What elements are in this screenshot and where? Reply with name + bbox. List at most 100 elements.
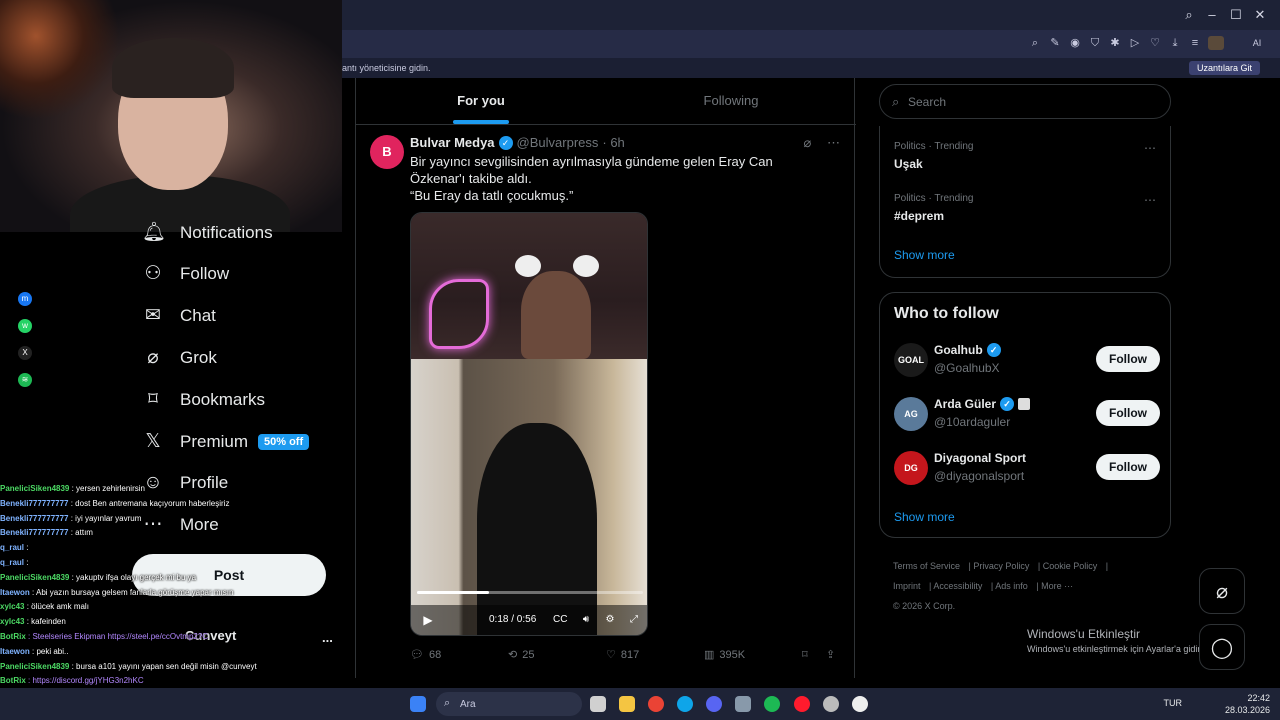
camera-icon[interactable]: ◉	[1068, 36, 1082, 50]
reply-button[interactable]: 💬︎ 68	[410, 648, 441, 662]
system-clock[interactable]: 22:42 28.03.2026	[1225, 692, 1270, 716]
avatar[interactable]: AG	[894, 397, 928, 431]
edge-icon[interactable]	[677, 696, 693, 712]
chat-username[interactable]: PaneliciSiken4839	[0, 573, 69, 582]
video-progress-bar[interactable]	[417, 591, 643, 594]
minimize-icon[interactable]: –	[1204, 7, 1220, 23]
play-icon[interactable]: ▷	[1128, 36, 1142, 50]
tweet-time[interactable]: · 6h	[602, 135, 624, 150]
account-name[interactable]: Arda Güler	[934, 397, 996, 411]
network-app-icon[interactable]	[735, 696, 751, 712]
file-explorer-icon[interactable]	[619, 696, 635, 712]
nav-bookmarks[interactable]: ⌑ Bookmarks	[142, 385, 265, 415]
opera-icon[interactable]	[794, 696, 810, 712]
search-icon[interactable]: ⌕	[1181, 7, 1197, 23]
tweet-avatar[interactable]: B	[370, 135, 404, 169]
fullscreen-icon[interactable]: ⤢	[627, 613, 641, 627]
taskbar-search[interactable]: ⌕ Ara	[436, 692, 582, 716]
repost-button[interactable]: ⟲ 25	[508, 648, 534, 662]
bookmark-button[interactable]: ⌑	[802, 648, 808, 661]
chat-username[interactable]: PaneliciSiken4839	[0, 662, 69, 671]
chat-username[interactable]: BotRix	[0, 676, 26, 685]
chat-username[interactable]: q_raul	[0, 543, 24, 552]
menu-icon[interactable]: ≡	[1188, 36, 1202, 50]
messenger-icon[interactable]: m	[18, 292, 32, 306]
trends-show-more[interactable]: Show more	[894, 248, 955, 262]
windows-start-icon[interactable]	[410, 696, 426, 712]
ai-button[interactable]: AI	[1244, 36, 1270, 50]
tab-following[interactable]: Following	[606, 78, 856, 124]
search-input[interactable]	[908, 93, 1158, 111]
chat-username[interactable]: Itaewon	[0, 647, 30, 656]
captions-icon[interactable]: CC	[553, 613, 567, 627]
tweet-video[interactable]: ▶ 0:18 / 0:56 CC 🔊︎ ⚙ ⤢	[410, 212, 648, 636]
chat-username[interactable]: Benekli777777777	[0, 499, 69, 508]
app-icon[interactable]	[823, 696, 839, 712]
spotify-icon[interactable]	[764, 696, 780, 712]
x-icon[interactable]: X	[18, 346, 32, 360]
follow-suggestion[interactable]: GOAL Goalhub ✓ @GoalhubX Follow	[894, 341, 1160, 381]
more-icon[interactable]: ⋯	[1144, 141, 1156, 155]
chat-username[interactable]: q_raul	[0, 558, 24, 567]
views-button[interactable]: ▥ 395K	[704, 648, 745, 662]
account-name[interactable]: Diyagonal Sport	[934, 451, 1026, 465]
share-button[interactable]: ⇪	[826, 648, 835, 661]
grok-fab[interactable]: ⌀	[1199, 568, 1245, 614]
avatar[interactable]: GOAL	[894, 343, 928, 377]
tweet-author-handle[interactable]: @Bulvarpress	[517, 135, 599, 150]
trend-item[interactable]: Politics · Trending Uşak ⋯	[894, 141, 1156, 171]
chrome-icon[interactable]	[648, 696, 664, 712]
follow-button[interactable]: Follow	[1096, 346, 1160, 372]
footer-link[interactable]: Terms of Service	[893, 561, 960, 571]
account-name[interactable]: Goalhub	[934, 343, 983, 357]
follow-suggestion[interactable]: AG Arda Güler ✓ @10ardaguler Follow	[894, 395, 1160, 435]
heart-icon[interactable]: ♡	[1148, 36, 1162, 50]
shield-icon[interactable]: ⛉	[1088, 36, 1102, 50]
discord-icon[interactable]	[706, 696, 722, 712]
nav-notifications[interactable]: 🔔︎ Notifications	[142, 218, 273, 248]
zoom-icon[interactable]: ⌕	[1028, 36, 1042, 50]
play-icon[interactable]: ▶	[421, 613, 435, 627]
messages-fab[interactable]: ◯	[1199, 624, 1245, 670]
follow-suggestion[interactable]: DG Diyagonal Sport @diyagonalsport Follo…	[894, 449, 1160, 489]
footer-link[interactable]: More ···	[1041, 581, 1073, 591]
steelseries-icon[interactable]	[852, 696, 868, 712]
nav-premium[interactable]: 𝕏 Premium 50% off	[142, 427, 310, 457]
search-box[interactable]: ⌕	[879, 84, 1171, 119]
follow-button[interactable]: Follow	[1096, 400, 1160, 426]
chat-username[interactable]: xylc43	[0, 602, 24, 611]
nav-chat[interactable]: ✉ Chat	[142, 301, 216, 331]
chat-username[interactable]: xylc43	[0, 617, 24, 626]
more-icon[interactable]: ⋯	[827, 135, 840, 150]
task-view-icon[interactable]	[590, 696, 606, 712]
who-to-follow-show-more[interactable]: Show more	[894, 510, 955, 524]
trend-item[interactable]: Politics · Trending #deprem ⋯	[894, 193, 1156, 223]
profile-icon[interactable]	[1208, 36, 1224, 50]
volume-icon[interactable]: 🔊︎	[579, 613, 593, 627]
maximize-icon[interactable]: ☐	[1228, 7, 1244, 23]
close-icon[interactable]: ✕	[1252, 7, 1268, 23]
nav-grok[interactable]: ⌀ Grok	[142, 343, 217, 373]
edit-icon[interactable]: ✎	[1048, 36, 1062, 50]
settings-icon[interactable]: ⚙	[603, 613, 617, 627]
like-button[interactable]: ♡ 817	[606, 648, 639, 662]
follow-button[interactable]: Follow	[1096, 454, 1160, 480]
extensions-button[interactable]: Uzantılara Git	[1188, 61, 1260, 75]
chat-username[interactable]: PaneliciSiken4839	[0, 484, 69, 493]
tweet-author-name[interactable]: Bulvar Medya	[410, 135, 495, 150]
footer-link[interactable]: Privacy Policy	[973, 561, 1029, 571]
chat-username[interactable]: Benekli777777777	[0, 514, 69, 523]
grok-icon[interactable]: ⌀	[804, 135, 812, 150]
chat-username[interactable]: Benekli777777777	[0, 528, 69, 537]
more-icon[interactable]: ⋯	[1144, 193, 1156, 207]
footer-link[interactable]: Ads info	[995, 581, 1028, 591]
avatar[interactable]: DG	[894, 451, 928, 485]
footer-link[interactable]: Accessibility	[933, 581, 982, 591]
download-icon[interactable]: ⤓	[1168, 36, 1182, 50]
footer-link[interactable]: Cookie Policy	[1043, 561, 1098, 571]
spotify-icon[interactable]: ≋	[18, 373, 32, 387]
chat-username[interactable]: Itaewon	[0, 588, 30, 597]
nav-follow[interactable]: ⚇ Follow	[142, 259, 229, 289]
extension-icon[interactable]: ✱	[1108, 36, 1122, 50]
footer-link[interactable]: Imprint	[893, 581, 921, 591]
